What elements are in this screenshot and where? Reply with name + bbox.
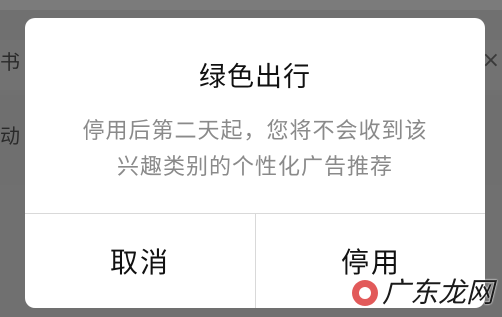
watermark-text: 广东龙网 bbox=[381, 276, 494, 309]
dialog-title: 绿色出行 bbox=[199, 62, 311, 93]
background-partial-text: 动 bbox=[0, 124, 20, 148]
watermark: 广东龙网 bbox=[351, 276, 494, 309]
logo-icon bbox=[351, 280, 378, 306]
dialog-message-line: 停用后第二天起，您将不会收到该 bbox=[82, 119, 428, 144]
background-top-strip bbox=[0, 0, 502, 10]
dialog-message-line: 兴趣类别的个性化广告推荐 bbox=[116, 155, 393, 180]
background-partial-text: 书 bbox=[0, 50, 20, 74]
confirm-dialog: 绿色出行 停用后第二天起，您将不会收到该 兴趣类别的个性化广告推荐 取消 停用 bbox=[25, 18, 485, 308]
dialog-message: 停用后第二天起，您将不会收到该 兴趣类别的个性化广告推荐 bbox=[45, 114, 465, 186]
cancel-button[interactable]: 取消 bbox=[25, 214, 255, 308]
